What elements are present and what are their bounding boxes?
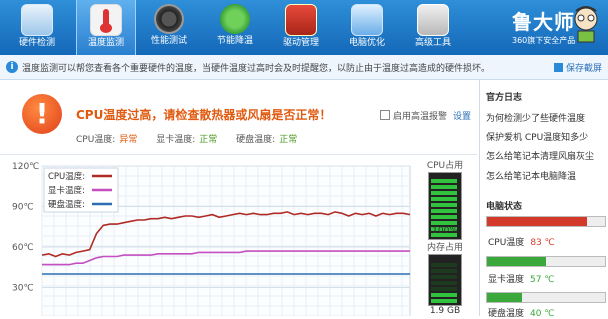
y-tick-label: 90℃ (12, 203, 34, 213)
brand-subtitle: 360旗下安全产品 (512, 36, 576, 45)
legend-label: CPU温度: (48, 171, 85, 182)
gpu-temp-meter (486, 256, 606, 267)
gauge-segment (431, 191, 457, 195)
status-label: 显卡温度: (156, 135, 196, 145)
disk-temp-meter (486, 292, 606, 303)
meter-value: 40 ℃ (530, 309, 555, 319)
y-tick-label: 120℃ (12, 162, 39, 172)
log-link[interactable]: 保护爱机 CPU温度知多少 (486, 130, 588, 143)
gauge-title: 内存占用 (426, 243, 463, 253)
alarm-checkbox[interactable] (380, 110, 390, 120)
divider (0, 154, 477, 155)
meter-fill (487, 293, 523, 302)
gauge-frame (428, 254, 462, 306)
brand-logo: 鲁大师 360旗下安全产品 (508, 2, 604, 52)
tool-temperature-monitor[interactable]: 温度监测 (76, 0, 136, 55)
brand-name: 鲁大师 (512, 10, 575, 34)
meter-value: 83 ℃ (530, 238, 555, 248)
meter-label: 硬盘温度 (488, 309, 525, 319)
legend-label: 硬盘温度: (48, 199, 85, 210)
tool-energy-saving[interactable]: 节能降温 (206, 0, 264, 55)
gauge-segment (431, 287, 457, 291)
log-link[interactable]: 为何检测少了些硬件温度 (486, 111, 585, 124)
tool-label: 性能测试 (150, 36, 187, 46)
mascot-icon (574, 6, 598, 43)
status-label: 硬盘温度: (236, 135, 276, 145)
y-tick-label: 30℃ (12, 284, 34, 294)
tool-label: 高级工具 (414, 38, 451, 48)
right-panel: 官方日志 为何检测少了些硬件温度 保护爱机 CPU温度知多少 怎么给笔记本清理风… (479, 80, 608, 319)
save-screenshot-link[interactable]: 保存截屏 (553, 61, 602, 74)
gpu-temp-label: 显卡温度 57 ℃ (488, 272, 554, 285)
high-temp-alarm: 启用高温报警 设置 (380, 109, 471, 122)
info-bar: i 温度监测可以帮您查看各个重要硬件的温度，当硬件温度过高时会及时提醒您，以防止… (0, 55, 608, 80)
toolbox-icon (285, 4, 317, 36)
meter-fill (487, 217, 588, 226)
temperature-chart: 120℃ 90℃ 60℃ 30℃ CPU温度: 显卡温度: 硬盘温度: (12, 162, 411, 316)
memory-usage-gauge: 内存占用 1.9 GB (416, 238, 474, 318)
speedometer-icon (154, 4, 184, 34)
warning-icon: ! (22, 94, 62, 134)
alarm-label: 启用高温报警 (393, 112, 448, 122)
gauge-value: 1.9 GB (429, 306, 461, 316)
settings-link[interactable]: 设置 (453, 112, 471, 122)
clover-leaf-icon (220, 4, 250, 34)
tool-label: 电脑优化 (348, 38, 385, 48)
tool-label: 温度监测 (87, 38, 124, 48)
thermometer-icon (90, 4, 122, 36)
broom-monitor-icon (351, 4, 383, 36)
official-log-title: 官方日志 (486, 93, 523, 103)
main-toolbar: 硬件检测 温度监测 性能测试 节能降温 驱动管理 电脑优化 高级工具 鲁大师 3… (0, 0, 608, 55)
meter-label: 显卡温度 (488, 275, 525, 285)
tool-hardware-check[interactable]: 硬件检测 (8, 0, 66, 55)
gauge-segment (431, 179, 457, 183)
save-screenshot-label: 保存截屏 (565, 64, 602, 74)
cpu-temp-meter (486, 216, 606, 227)
gauge-segment (431, 275, 457, 279)
status-value: 异常 (119, 135, 138, 145)
status-value: 正常 (279, 135, 298, 145)
pc-status-title: 电脑状态 (486, 202, 523, 212)
status-label: CPU温度: (76, 135, 116, 145)
gauge-title: CPU占用 (426, 161, 464, 171)
monitor-magnifier-icon (21, 4, 53, 36)
tool-advanced-tools[interactable]: 高级工具 (404, 0, 462, 55)
gauge-segment (431, 293, 457, 297)
status-value: 正常 (199, 135, 218, 145)
tool-label: 驱动管理 (282, 38, 319, 48)
info-text: 温度监测可以帮您查看各个重要硬件的温度，当硬件温度过高时会及时提醒您，以防止由于… (22, 64, 491, 74)
temperature-status-row: CPU温度: 异常 显卡温度: 正常 硬盘温度: 正常 (76, 132, 313, 145)
tool-box-icon (417, 4, 449, 36)
alert-headline: CPU温度过高，请检查散热器或风扇是否正常！ (76, 108, 332, 122)
meter-value: 57 ℃ (530, 275, 555, 285)
gauge-segment (431, 215, 457, 219)
gauge-segment (431, 209, 457, 213)
tool-label: 节能降温 (216, 36, 253, 46)
gauge-segment (431, 197, 457, 201)
meter-fill (487, 257, 546, 266)
camera-icon (553, 63, 563, 72)
tool-driver-management[interactable]: 驱动管理 (272, 0, 330, 55)
cpu-temp-label: CPU温度 83 ℃ (488, 235, 555, 248)
gauge-segment (431, 263, 457, 267)
gauge-segment (431, 221, 457, 225)
log-link[interactable]: 怎么给笔记本电脑降温 (486, 169, 576, 182)
info-icon: i (6, 61, 18, 73)
gauge-segment (431, 203, 457, 207)
tool-label: 硬件检测 (18, 38, 55, 48)
legend-label: 显卡温度: (48, 185, 85, 196)
disk-temp-label: 硬盘温度 40 ℃ (488, 306, 554, 319)
gauge-segment (431, 269, 457, 273)
log-link[interactable]: 怎么给笔记本清理风扇灰尘 (486, 149, 594, 162)
tool-performance-test[interactable]: 性能测试 (140, 0, 198, 55)
gauge-segment (431, 185, 457, 189)
tool-pc-optimization[interactable]: 电脑优化 (338, 0, 396, 55)
y-tick-label: 60℃ (12, 243, 34, 253)
gauge-segment (431, 281, 457, 285)
meter-label: CPU温度 (488, 238, 525, 248)
gauge-segment (431, 299, 457, 303)
cpu-usage-gauge: CPU占用 100% (416, 156, 474, 240)
gauge-value: 100% (432, 226, 458, 236)
